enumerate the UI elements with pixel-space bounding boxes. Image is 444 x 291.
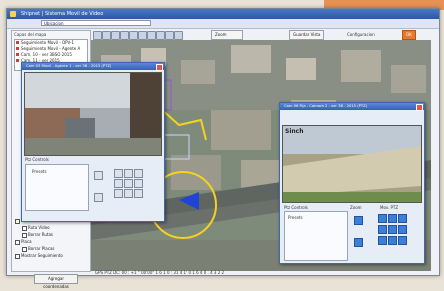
close-icon[interactable] xyxy=(416,104,423,111)
camera-feed-1 xyxy=(24,72,162,156)
pan-icon[interactable] xyxy=(93,31,102,40)
zoom-icon[interactable] xyxy=(94,193,103,202)
status-text: GPS PTZ DC: 00 : +1 ° 00'00" 1 6 1 0 : 3… xyxy=(95,270,225,275)
map-toolbar: Zoom Guardar Vista Configuracion OK xyxy=(93,30,435,40)
marker-icon[interactable] xyxy=(165,31,174,40)
ptz-up-button[interactable] xyxy=(124,169,133,178)
print-icon[interactable] xyxy=(174,31,183,40)
camera-feed-2: Sinch xyxy=(282,125,422,203)
move-label-2: Mov. PTZ xyxy=(380,205,399,210)
add-coordinates-button[interactable]: Agregar coordenadas xyxy=(34,274,78,289)
presets-label-1: Presets xyxy=(32,169,47,174)
popup2-title: Cam 06 Fija - Camara 2 - ver 3B - 2015 (… xyxy=(280,103,424,110)
camera-popup-2[interactable]: Cam 06 Fija - Camara 2 - ver 3B - 2015 (… xyxy=(279,102,425,264)
camera-popup-1[interactable]: Cam 03 Movil - Agente 1 - ver 3B - 2015 … xyxy=(21,62,165,222)
checkbox-ruta-video[interactable]: Ruta Video xyxy=(21,224,86,231)
ptz-up-left-button[interactable] xyxy=(114,169,123,178)
ptz-home-button[interactable] xyxy=(124,179,133,188)
checkbox-placa[interactable]: Placa xyxy=(14,238,86,245)
ptz-up-right-button[interactable] xyxy=(134,169,143,178)
camera-icon[interactable] xyxy=(147,31,156,40)
search-icon[interactable] xyxy=(94,171,103,180)
camera-image-1 xyxy=(25,73,161,155)
zoom-in-icon[interactable] xyxy=(102,31,111,40)
zoom-select[interactable]: Zoom xyxy=(211,30,243,40)
menu-bar: Ubicacion xyxy=(7,19,439,29)
popup1-section: Ptz Controls xyxy=(25,157,49,162)
ptz-right-button[interactable] xyxy=(134,179,143,188)
checkbox-borrar-rutas[interactable]: Borrar Rutas xyxy=(21,231,86,238)
popup2-section: Ptz Controls xyxy=(284,205,308,210)
ptz-up-left-button[interactable] xyxy=(378,214,387,223)
app-window: Shipnet | Sistema Movil de Video Ubicaci… xyxy=(6,8,440,289)
ok-button[interactable]: OK xyxy=(402,30,416,40)
camera-overlay-text: Sinch xyxy=(285,128,304,135)
ptz-right-button[interactable] xyxy=(398,225,407,234)
config-label[interactable]: Configuracion xyxy=(347,32,375,37)
save-view-button[interactable]: Guardar Vista xyxy=(289,30,325,40)
select-icon[interactable] xyxy=(120,31,129,40)
layers-icon[interactable] xyxy=(138,31,147,40)
ptz-left-button[interactable] xyxy=(114,179,123,188)
app-title: Shipnet | Sistema Movil de Video xyxy=(21,11,104,17)
ptz-down-button[interactable] xyxy=(124,189,133,198)
camera-image-2 xyxy=(283,126,421,202)
status-bar: GPS PTZ DC: 00 : +1 ° 00'00" 1 6 1 0 : 3… xyxy=(11,270,435,275)
zoom-out-icon[interactable] xyxy=(111,31,120,40)
ptz-down-right-button[interactable] xyxy=(134,189,143,198)
ptz-down-left-button[interactable] xyxy=(114,189,123,198)
presets-label-2: Presets xyxy=(288,215,303,220)
ptz-left-button[interactable] xyxy=(378,225,387,234)
location-select[interactable]: Ubicacion xyxy=(41,20,151,26)
title-bar: Shipnet | Sistema Movil de Video xyxy=(7,9,439,19)
zoom-in-icon[interactable] xyxy=(354,216,363,225)
layers-header: Capas del mapa xyxy=(14,32,47,37)
measure-icon[interactable] xyxy=(129,31,138,40)
ptz-up-button[interactable] xyxy=(388,214,397,223)
zoom-out-icon[interactable] xyxy=(354,238,363,247)
checkbox-borrar-placas[interactable]: Borrar Placas xyxy=(21,245,86,252)
ptz-down-left-button[interactable] xyxy=(378,236,387,245)
options-checks: Lote Ruta Video Borrar Rutas Placa Borra… xyxy=(14,217,86,259)
ptz-down-button[interactable] xyxy=(388,236,397,245)
popup1-title: Cam 03 Movil - Agente 1 - ver 3B - 2015 … xyxy=(22,63,164,70)
ptz-home-button[interactable] xyxy=(388,225,397,234)
ptz-up-right-button[interactable] xyxy=(398,214,407,223)
checkbox-seguimiento[interactable]: Mostrar Seguimiento xyxy=(14,252,86,259)
route-icon[interactable] xyxy=(156,31,165,40)
ptz-down-right-button[interactable] xyxy=(398,236,407,245)
zoom-label-2: Zoom xyxy=(350,205,362,210)
app-icon xyxy=(10,11,16,17)
close-icon[interactable] xyxy=(156,64,163,71)
